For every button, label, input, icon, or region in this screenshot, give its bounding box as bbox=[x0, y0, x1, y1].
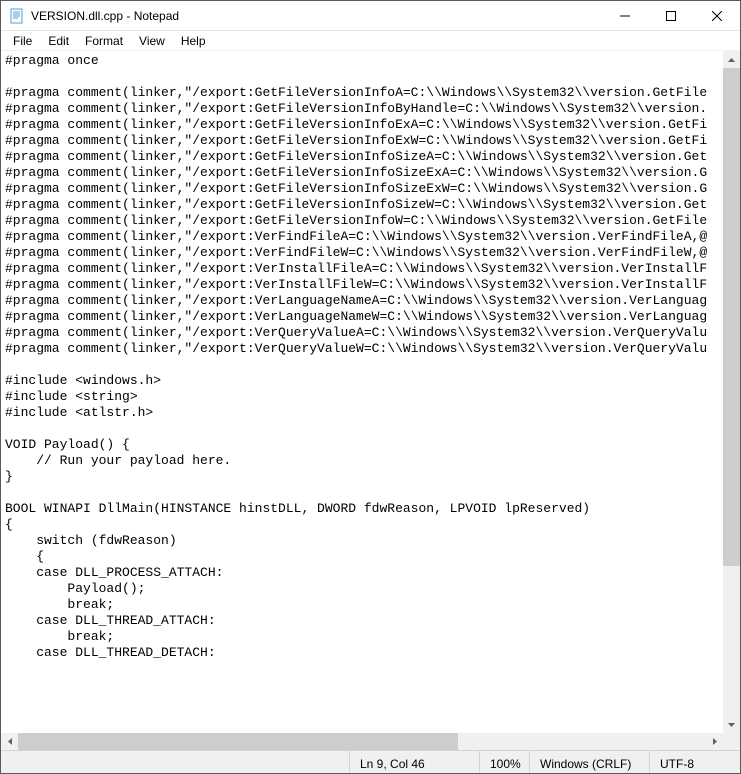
status-zoom: 100% bbox=[480, 751, 530, 773]
minimize-button[interactable] bbox=[602, 1, 648, 30]
menu-format[interactable]: Format bbox=[77, 32, 131, 50]
titlebar: VERSION.dll.cpp - Notepad bbox=[1, 1, 740, 31]
app-icon bbox=[9, 8, 25, 24]
close-button[interactable] bbox=[694, 1, 740, 30]
menu-help[interactable]: Help bbox=[173, 32, 214, 50]
menubar: File Edit Format View Help bbox=[1, 31, 740, 51]
status-encoding: UTF-8 bbox=[650, 751, 740, 773]
maximize-button[interactable] bbox=[648, 1, 694, 30]
vertical-scrollbar[interactable] bbox=[723, 51, 740, 733]
scroll-left-button[interactable] bbox=[1, 733, 18, 750]
vertical-scroll-thumb[interactable] bbox=[723, 68, 740, 566]
horizontal-scrollbar[interactable] bbox=[1, 733, 723, 750]
status-position: Ln 9, Col 46 bbox=[350, 751, 480, 773]
menu-file[interactable]: File bbox=[5, 32, 40, 50]
scroll-corner bbox=[723, 733, 740, 750]
window-controls bbox=[602, 1, 740, 30]
menu-view[interactable]: View bbox=[131, 32, 173, 50]
statusbar: Ln 9, Col 46 100% Windows (CRLF) UTF-8 bbox=[1, 750, 740, 773]
status-spacer bbox=[1, 751, 350, 773]
scroll-down-button[interactable] bbox=[723, 716, 740, 733]
window-title: VERSION.dll.cpp - Notepad bbox=[31, 9, 602, 23]
editor-text[interactable]: #pragma once #pragma comment(linker,"/ex… bbox=[1, 51, 740, 663]
notepad-window: VERSION.dll.cpp - Notepad File Edit Form… bbox=[0, 0, 741, 774]
horizontal-scroll-thumb[interactable] bbox=[18, 733, 458, 750]
scroll-up-button[interactable] bbox=[723, 51, 740, 68]
vertical-scroll-track[interactable] bbox=[723, 68, 740, 716]
content-area: #pragma once #pragma comment(linker,"/ex… bbox=[1, 51, 740, 750]
menu-edit[interactable]: Edit bbox=[40, 32, 77, 50]
scroll-right-button[interactable] bbox=[706, 733, 723, 750]
horizontal-scroll-track[interactable] bbox=[18, 733, 706, 750]
text-editor[interactable]: #pragma once #pragma comment(linker,"/ex… bbox=[1, 51, 740, 733]
status-line-ending: Windows (CRLF) bbox=[530, 751, 650, 773]
